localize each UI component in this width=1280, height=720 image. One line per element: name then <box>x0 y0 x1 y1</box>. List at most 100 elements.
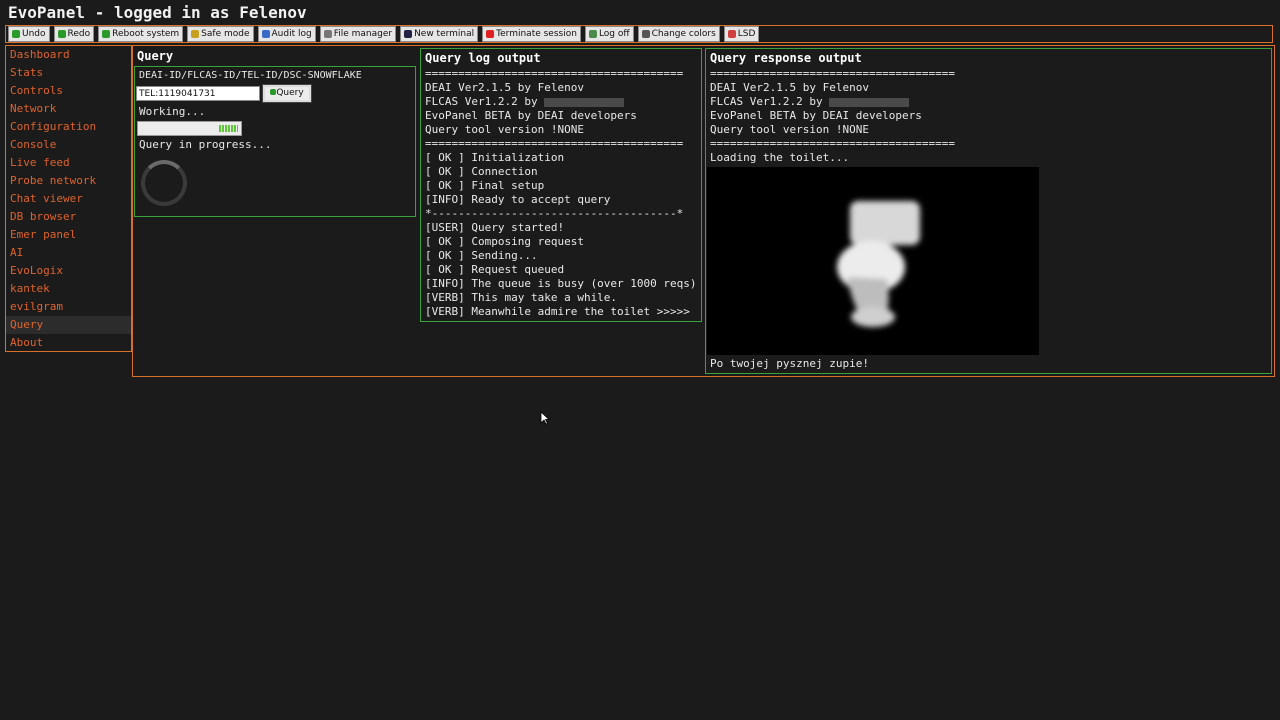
lsd-button[interactable]: LSD <box>723 26 760 42</box>
output-line-text: [ OK ] Request queued <box>425 263 565 276</box>
sidebar-item-emer-panel[interactable]: Emer panel <box>6 226 131 244</box>
query-status: Query in progress... <box>139 138 272 151</box>
log-heading: Query log output <box>425 51 541 65</box>
output-line: FLCAS Ver1.2.2 by <box>710 95 955 109</box>
sidebar-item-chat-viewer[interactable]: Chat viewer <box>6 190 131 208</box>
undo-icon <box>12 30 20 38</box>
sidebar-item-probe-network[interactable]: Probe network <box>6 172 131 190</box>
toolbar-button-label: Audit log <box>271 29 312 39</box>
output-line-text: [INFO] The queue is busy (over 1000 reqs… <box>425 277 697 290</box>
sidebar-item-ai[interactable]: AI <box>6 244 131 262</box>
new-terminal-button[interactable]: New terminal <box>400 26 479 42</box>
sidebar-item-stats[interactable]: Stats <box>6 64 131 82</box>
change-colors-button[interactable]: Change colors <box>637 26 720 42</box>
output-line: [INFO] Ready to accept query <box>425 193 697 207</box>
sidebar-item-dashboard[interactable]: Dashboard <box>6 46 131 64</box>
output-line: [ OK ] Composing request <box>425 235 697 249</box>
output-line: [VERB] This may take a while. <box>425 291 697 305</box>
query-progress-bar <box>137 121 242 136</box>
output-line: [ OK ] Connection <box>425 165 697 179</box>
output-line-text: EvoPanel BETA by DEAI developers <box>710 109 922 122</box>
output-line: DEAI Ver2.1.5 by Felenov <box>425 81 697 95</box>
query-button[interactable]: Query <box>262 84 312 103</box>
sidebar-item-controls[interactable]: Controls <box>6 82 131 100</box>
mouse-cursor-icon <box>540 411 551 428</box>
output-line-text: [ OK ] Initialization <box>425 151 565 164</box>
response-caption: Po twojej pysznej zupie! <box>710 357 869 370</box>
output-line-text: Loading the toilet... <box>710 151 850 164</box>
output-line-text: FLCAS Ver1.2.2 by <box>710 95 830 108</box>
palette-icon <box>641 30 650 38</box>
output-line-text: ======================================= <box>425 67 684 80</box>
output-line-text: [ OK ] Final setup <box>425 179 545 192</box>
output-line: Query tool version !NONE <box>710 123 955 137</box>
log-output: ======================================= D… <box>425 67 697 319</box>
response-output: ===================================== DEA… <box>710 67 955 165</box>
terminate-session-button[interactable]: Terminate session <box>482 26 581 42</box>
output-line-text: Query tool version !NONE <box>425 123 584 136</box>
query-heading: Query <box>137 49 174 63</box>
output-line: EvoPanel BETA by DEAI developers <box>425 109 697 123</box>
sidebar-item-query[interactable]: Query <box>6 316 131 334</box>
sidebar-item-evologix[interactable]: EvoLogix <box>6 262 131 280</box>
sidebar-item-network[interactable]: Network <box>6 100 131 118</box>
output-line-text: FLCAS Ver1.2.2 by <box>425 95 545 108</box>
safe-mode-icon <box>191 30 200 38</box>
output-line: [ OK ] Request queued <box>425 263 697 277</box>
output-line-text: ===================================== <box>710 67 956 80</box>
toolbar-button-label: Reboot system <box>112 29 180 39</box>
sidebar-item-live-feed[interactable]: Live feed <box>6 154 131 172</box>
output-line-text: [VERB] This may take a while. <box>425 291 618 304</box>
toolbar-button-label: Redo <box>67 29 91 39</box>
output-line: [ OK ] Sending... <box>425 249 697 263</box>
output-line: [USER] Query started! <box>425 221 697 235</box>
output-line: ======================================= <box>425 137 697 151</box>
toolbar-button-label: File manager <box>333 29 393 39</box>
sidebar-item-evilgram[interactable]: evilgram <box>6 298 131 316</box>
toolbar-button-label: LSD <box>737 29 756 39</box>
query-input[interactable] <box>136 86 260 101</box>
redacted-name <box>544 97 625 107</box>
output-line: ======================================= <box>425 67 697 81</box>
toolbar: Undo Redo Reboot system Safe mode Audit log F… <box>5 25 1273 43</box>
undo-button[interactable]: Undo <box>8 26 50 42</box>
output-line-text: DEAI Ver2.1.5 by Felenov <box>710 81 869 94</box>
log-off-button[interactable]: Log off <box>584 26 634 42</box>
output-line-text: [VERB] Meanwhile admire the toilet >>>>> <box>425 305 690 318</box>
sidebar-item-db-browser[interactable]: DB browser <box>6 208 131 226</box>
toolbar-button-label: New terminal <box>414 29 475 39</box>
output-line-text: *-------------------------------------* <box>425 207 684 220</box>
sidebar-item-configuration[interactable]: Configuration <box>6 118 131 136</box>
audit-log-icon <box>261 30 270 38</box>
output-line: *-------------------------------------* <box>425 207 697 221</box>
output-line-text: EvoPanel BETA by DEAI developers <box>425 109 637 122</box>
query-progress-fill <box>219 125 238 132</box>
output-line-text: [ OK ] Composing request <box>425 235 584 248</box>
safe-mode-button[interactable]: Safe mode <box>187 26 254 42</box>
output-line: [ OK ] Initialization <box>425 151 697 165</box>
lsd-icon <box>727 30 736 38</box>
window-title: EvoPanel - logged in as Felenov <box>8 3 307 22</box>
sidebar-item-about[interactable]: About <box>6 334 131 352</box>
toilet-image <box>707 167 1039 355</box>
redo-icon <box>57 30 66 38</box>
log-off-icon <box>588 30 597 38</box>
output-line: Loading the toilet... <box>710 151 955 165</box>
reboot-system-button[interactable]: Reboot system <box>98 26 184 42</box>
redacted-name <box>829 97 910 107</box>
output-line: ===================================== <box>710 67 955 81</box>
toolbar-button-label: Log off <box>598 29 630 39</box>
sidebar-item-console[interactable]: Console <box>6 136 131 154</box>
output-line-text: [INFO] Ready to accept query <box>425 193 611 206</box>
file-manager-button[interactable]: File manager <box>319 26 397 42</box>
output-line-text: [ OK ] Sending... <box>425 249 538 262</box>
audit-log-button[interactable]: Audit log <box>257 26 316 42</box>
terminate-icon <box>486 30 495 38</box>
output-line-text: DEAI Ver2.1.5 by Felenov <box>425 81 584 94</box>
output-line-text: ======================================= <box>425 137 684 150</box>
redo-button[interactable]: Redo <box>53 26 95 42</box>
file-manager-icon <box>323 30 332 38</box>
sidebar-item-kantek[interactable]: kantek <box>6 280 131 298</box>
loading-spinner-icon <box>141 160 187 206</box>
toolbar-button-label: Safe mode <box>201 29 250 39</box>
